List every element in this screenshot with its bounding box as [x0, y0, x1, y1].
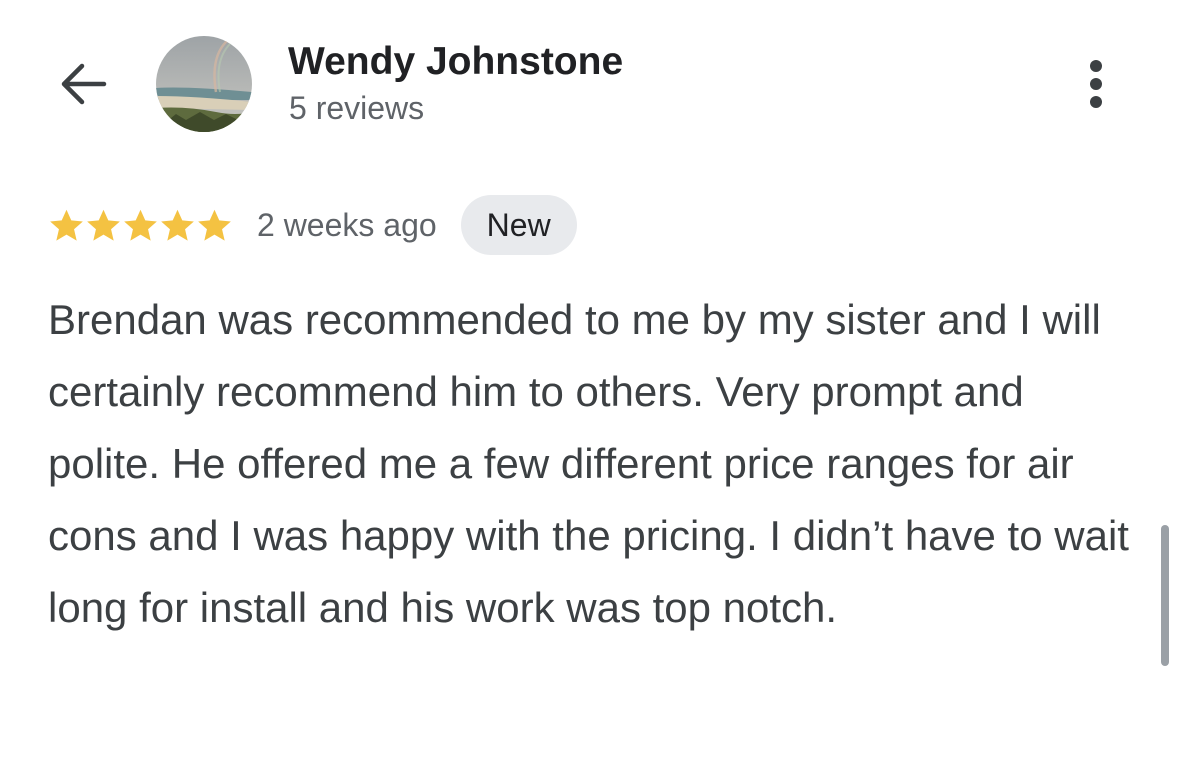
- review-time: 2 weeks ago: [257, 206, 437, 243]
- review-count[interactable]: 5 reviews: [289, 88, 424, 128]
- star-icon: [50, 209, 83, 241]
- review-text: Brendan was recommended to me by my sist…: [48, 296, 1129, 631]
- back-button[interactable]: [50, 52, 114, 116]
- star-icon: [87, 209, 120, 241]
- scrollbar[interactable]: [1161, 525, 1169, 666]
- rating-row: 2 weeks ago New: [48, 194, 577, 256]
- star-icon: [161, 209, 194, 241]
- new-badge: New: [460, 195, 577, 255]
- avatar-photo: [156, 36, 252, 132]
- review-screen: Wendy Johnstone 5 reviews 2 weeks ago Ne…: [0, 0, 1179, 762]
- star-rating: [48, 207, 233, 244]
- star-icon: [198, 209, 231, 241]
- avatar[interactable]: [156, 36, 252, 132]
- reviewer-name[interactable]: Wendy Johnstone: [288, 38, 623, 86]
- more-vertical-icon: [1090, 60, 1102, 108]
- arrow-left-icon: [61, 63, 107, 105]
- star-icon: [124, 209, 157, 241]
- more-options-button[interactable]: [1072, 52, 1120, 116]
